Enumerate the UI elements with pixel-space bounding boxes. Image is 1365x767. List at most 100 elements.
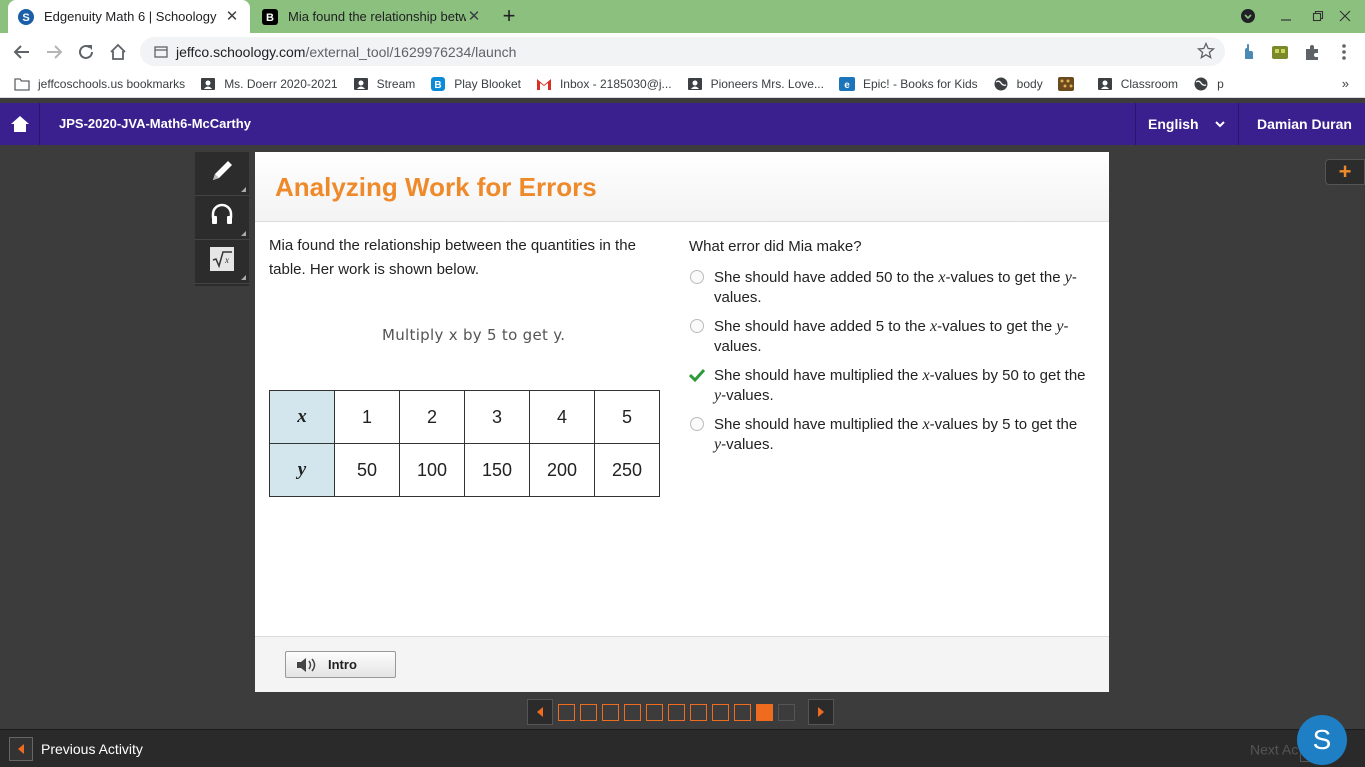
bookmarks-overflow-button[interactable]: » bbox=[1342, 76, 1349, 91]
new-tab-icon[interactable]: + bbox=[498, 5, 520, 27]
caret-right-icon bbox=[816, 706, 826, 718]
radio-button[interactable] bbox=[689, 317, 714, 356]
mia-work: Multiply x by 5 to get y. bbox=[382, 326, 566, 344]
bookmark-item[interactable] bbox=[1057, 76, 1082, 91]
option-text-part: -values by 50 to get the bbox=[929, 367, 1086, 384]
option-text-part: She should have multiplied the bbox=[714, 416, 923, 433]
answer-option[interactable]: She should have multiplied the x-values … bbox=[689, 415, 1089, 454]
url-path: /external_tool/1629976234/launch bbox=[305, 43, 517, 60]
question-text: What error did Mia make? bbox=[689, 238, 862, 255]
bookmark-star-icon[interactable] bbox=[1196, 41, 1216, 60]
bookmark-item[interactable]: B Play Blooket bbox=[430, 76, 521, 91]
language-selector[interactable]: English bbox=[1135, 103, 1239, 145]
bookmark-label: Play Blooket bbox=[454, 76, 521, 91]
radio-button[interactable] bbox=[689, 268, 714, 307]
pager-page-7[interactable] bbox=[690, 703, 707, 721]
schoology-header: JPS-2020-JVA-Math6-McCarthy English Dami… bbox=[0, 103, 1365, 145]
previous-activity-button[interactable]: Previous Activity bbox=[9, 737, 143, 761]
activity-card: Analyzing Work for Errors Mia found the … bbox=[255, 152, 1109, 692]
close-icon[interactable]: ✕ bbox=[224, 8, 240, 25]
table-row-y: y 50 100 150 200 250 bbox=[269, 443, 660, 497]
home-icon[interactable] bbox=[106, 40, 130, 64]
question-prompt: Mia found the relationship between the q… bbox=[269, 237, 636, 278]
bookmark-item[interactable]: Ms. Doerr 2020-2021 bbox=[200, 77, 338, 91]
option-text-part: She should have added 5 to the bbox=[714, 318, 931, 335]
bookmark-label: jeffcoschools.us bookmarks bbox=[38, 76, 186, 91]
answer-option[interactable]: She should have multiplied the x-values … bbox=[688, 366, 1089, 405]
bookmark-label: Classroom bbox=[1120, 76, 1179, 91]
card-header: Analyzing Work for Errors bbox=[255, 152, 1109, 222]
course-title[interactable]: JPS-2020-JVA-Math6-McCarthy bbox=[59, 116, 251, 131]
bookmark-item[interactable]: Inbox - 2185030@j... bbox=[536, 77, 672, 91]
math-tools[interactable]: x bbox=[195, 240, 249, 284]
pager-page-11[interactable] bbox=[778, 703, 795, 721]
extensions-puzzle-icon[interactable] bbox=[1302, 42, 1322, 62]
home-icon[interactable] bbox=[0, 103, 40, 145]
read-aloud-tool[interactable] bbox=[195, 196, 249, 240]
pager-page-5[interactable] bbox=[646, 703, 663, 721]
tab-edgenuity[interactable]: S Edgenuity Math 6 | Schoology ✕ bbox=[8, 0, 250, 33]
user-name[interactable]: Damian Duran bbox=[1257, 116, 1352, 132]
bookmark-item[interactable]: body bbox=[993, 77, 1043, 91]
answer-option[interactable]: She should have added 5 to the x-values … bbox=[689, 317, 1089, 356]
bookmark-item[interactable]: Stream bbox=[353, 77, 415, 91]
pager-page-1[interactable] bbox=[558, 703, 575, 721]
pattern-icon bbox=[1057, 76, 1074, 91]
pager-page-8[interactable] bbox=[712, 703, 729, 721]
schoology-avatar[interactable]: S bbox=[1297, 715, 1347, 765]
pager-page-10[interactable] bbox=[756, 703, 773, 721]
table-cell: 3 bbox=[464, 390, 530, 444]
bookmark-item[interactable]: Classroom bbox=[1097, 77, 1178, 91]
pager-page-9[interactable] bbox=[734, 703, 751, 721]
answer-option[interactable]: She should have added 50 to the x-values… bbox=[689, 268, 1089, 307]
pager-prev-button[interactable] bbox=[527, 699, 553, 725]
table-cell: 5 bbox=[594, 390, 660, 444]
globe-icon bbox=[993, 77, 1009, 91]
restore-icon[interactable] bbox=[1308, 6, 1328, 26]
intro-button[interactable]: Intro bbox=[285, 651, 396, 678]
bottom-bar: Previous Activity Next Ac bbox=[0, 729, 1365, 767]
extension-hand-icon[interactable] bbox=[1238, 42, 1258, 62]
highlighter-tool[interactable] bbox=[195, 152, 249, 196]
table-header-y: y bbox=[269, 443, 335, 497]
table-cell: 100 bbox=[399, 443, 465, 497]
add-note-button[interactable]: + bbox=[1325, 159, 1365, 185]
checkmark-icon[interactable] bbox=[688, 366, 714, 405]
pager-next-button[interactable] bbox=[808, 699, 834, 725]
close-window-icon[interactable] bbox=[1335, 6, 1355, 26]
minimize-icon[interactable] bbox=[1276, 6, 1296, 26]
pager-page-3[interactable] bbox=[602, 703, 619, 721]
url-host: jeffco.schoology.com bbox=[176, 43, 306, 60]
bookmark-label: Inbox - 2185030@j... bbox=[559, 76, 672, 91]
address-bar[interactable]: jeffco.schoology.com/external_tool/16299… bbox=[140, 37, 1225, 66]
browser-tab-strip: S Edgenuity Math 6 | Schoology ✕ B Mia f… bbox=[0, 0, 1365, 33]
answer-options: She should have added 50 to the x-values… bbox=[688, 268, 1089, 464]
svg-text:S: S bbox=[22, 12, 29, 24]
bookmark-item[interactable]: jeffcoschools.us bookmarks bbox=[14, 77, 185, 91]
card-footer: Intro bbox=[255, 636, 1109, 692]
tab-brainly[interactable]: B Mia found the relationship betw ✕ bbox=[252, 0, 492, 33]
extension-puzzle-green-icon[interactable] bbox=[1270, 42, 1290, 62]
brainly-b-icon: B bbox=[262, 8, 278, 25]
forward-arrow-icon[interactable] bbox=[42, 40, 66, 64]
bookmark-item[interactable]: Pioneers Mrs. Love... bbox=[687, 77, 824, 91]
square-root-icon: x bbox=[209, 246, 235, 277]
page-title: Analyzing Work for Errors bbox=[275, 172, 597, 202]
answer-option-text: She should have added 5 to the x-values … bbox=[714, 317, 1089, 356]
pager-page-4[interactable] bbox=[624, 703, 641, 721]
site-info-icon[interactable] bbox=[154, 45, 168, 59]
headphones-icon bbox=[209, 202, 235, 233]
menu-kebab-icon[interactable] bbox=[1334, 42, 1354, 62]
bookmark-item[interactable]: e Epic! - Books for Kids bbox=[838, 76, 978, 91]
close-icon[interactable]: ✕ bbox=[466, 8, 482, 25]
radio-button[interactable] bbox=[689, 415, 714, 454]
table-cell: 200 bbox=[529, 443, 595, 497]
pager-page-6[interactable] bbox=[668, 703, 685, 721]
pager-page-2[interactable] bbox=[580, 703, 597, 721]
back-arrow-icon[interactable] bbox=[10, 40, 34, 64]
reload-icon[interactable] bbox=[74, 40, 98, 64]
svg-text:B: B bbox=[435, 80, 442, 91]
blooket-icon: B bbox=[430, 76, 446, 91]
bookmark-item[interactable]: p bbox=[1193, 77, 1224, 91]
tab-search-icon[interactable] bbox=[1238, 6, 1258, 26]
